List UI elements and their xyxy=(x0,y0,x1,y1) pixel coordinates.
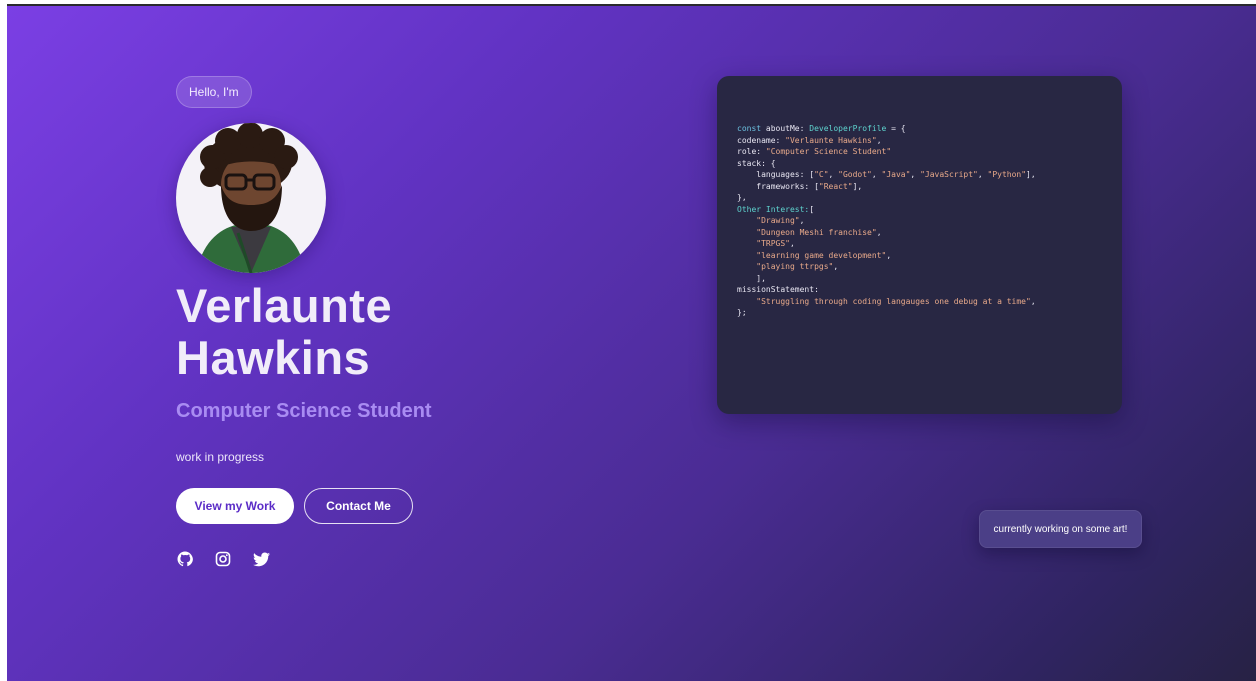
github-icon[interactable] xyxy=(176,550,194,568)
social-links xyxy=(176,550,270,568)
code-token: ], xyxy=(737,273,766,283)
code-token: languages: [ xyxy=(737,170,815,179)
code-token: "Drawing" xyxy=(737,216,800,225)
code-token: "JavaScript" xyxy=(920,170,978,179)
hero-name: Verlaunte Hawkins xyxy=(176,280,392,384)
code-token: , xyxy=(1030,296,1036,306)
code-line: frameworks: ["React"], xyxy=(737,181,1102,193)
hero-name-line-2: Hawkins xyxy=(176,331,371,384)
code-token: "TRPGS" xyxy=(737,239,790,248)
code-token: const xyxy=(737,124,766,133)
instagram-icon[interactable] xyxy=(214,550,232,568)
code-token: "Struggling through coding langauges one… xyxy=(737,296,1031,306)
code-card: const aboutMe: DeveloperProfile = {coden… xyxy=(717,76,1122,414)
hero-role: Computer Science Student xyxy=(176,400,432,422)
code-token: ], xyxy=(852,181,863,191)
code-token: , xyxy=(876,135,882,145)
code-token: , xyxy=(876,227,882,237)
code-line: languages: ["C", "Godot", "Java", "JavaS… xyxy=(737,169,1102,181)
code-token: aboutMe: xyxy=(765,124,810,133)
code-token: , xyxy=(789,239,795,248)
code-line: "playing ttrpgs", xyxy=(737,261,1102,273)
code-line: codename: "Verlaunte Hawkins", xyxy=(737,135,1102,147)
code-token: = { xyxy=(886,124,906,133)
code-line: ], xyxy=(737,273,1102,285)
code-token: "Java" xyxy=(881,170,911,179)
code-token: }, xyxy=(737,193,747,202)
code-token: missionStatement: xyxy=(737,285,819,294)
code-token: codename: xyxy=(737,135,786,145)
code-line: "TRPGS", xyxy=(737,238,1102,250)
code-line: }, xyxy=(737,192,1102,204)
code-token: "Python" xyxy=(987,170,1027,179)
code-line: "learning game development", xyxy=(737,250,1102,262)
code-token: Other Interest: xyxy=(737,204,810,214)
avatar xyxy=(176,123,326,273)
code-block: const aboutMe: DeveloperProfile = {coden… xyxy=(737,123,1102,319)
greeting-badge: Hello, I'm xyxy=(176,76,252,108)
code-token: ], xyxy=(1026,170,1036,179)
hero-tagline: work in progress xyxy=(176,450,265,464)
code-token: "C" xyxy=(814,170,829,179)
code-token: "playing ttrpgs" xyxy=(737,262,834,271)
code-line: stack: { xyxy=(737,158,1102,170)
code-token: "Dungeon Meshi franchise" xyxy=(737,227,877,237)
code-line: Other Interest:[ xyxy=(737,204,1102,216)
code-token: , xyxy=(828,170,839,179)
status-toast: currently working on some art! xyxy=(979,510,1142,548)
code-line: "Dungeon Meshi franchise", xyxy=(737,227,1102,239)
code-token: "learning game development" xyxy=(737,250,887,260)
code-token: frameworks: [ xyxy=(737,181,819,191)
code-token: role: xyxy=(737,147,766,156)
code-token: "Computer Science Student" xyxy=(765,147,892,156)
code-token: , xyxy=(886,250,892,260)
portfolio-page: Hello, I'm Verlaunte Hawkins Computer Sc… xyxy=(7,4,1256,681)
code-line: const aboutMe: DeveloperProfile = { xyxy=(737,123,1102,135)
code-token: "Godot" xyxy=(838,170,872,179)
code-token: "Verlaunte Hawkins" xyxy=(785,135,877,145)
code-line: "Drawing", xyxy=(737,215,1102,227)
code-line: }; xyxy=(737,307,1102,319)
code-token: , xyxy=(871,170,882,179)
avatar-illustration xyxy=(196,123,306,273)
code-token: [ xyxy=(809,204,815,214)
twitter-icon[interactable] xyxy=(252,550,270,568)
code-token: }; xyxy=(737,308,747,317)
code-token: , xyxy=(977,170,988,179)
code-line: role: "Computer Science Student" xyxy=(737,146,1102,158)
code-line: missionStatement: xyxy=(737,284,1102,296)
hero-section: Hello, I'm Verlaunte Hawkins Computer Sc… xyxy=(176,76,596,567)
code-token: DeveloperProfile xyxy=(809,124,887,133)
code-line: "Struggling through coding langauges one… xyxy=(737,296,1102,308)
view-my-work-button[interactable]: View my Work xyxy=(176,488,294,524)
code-token: , xyxy=(799,216,805,225)
code-token: , xyxy=(910,170,921,179)
hero-name-line-1: Verlaunte xyxy=(176,279,393,332)
contact-me-button[interactable]: Contact Me xyxy=(304,488,413,524)
code-token: "React" xyxy=(818,181,853,191)
code-token: stack: { xyxy=(737,158,776,168)
code-token: , xyxy=(833,262,839,271)
